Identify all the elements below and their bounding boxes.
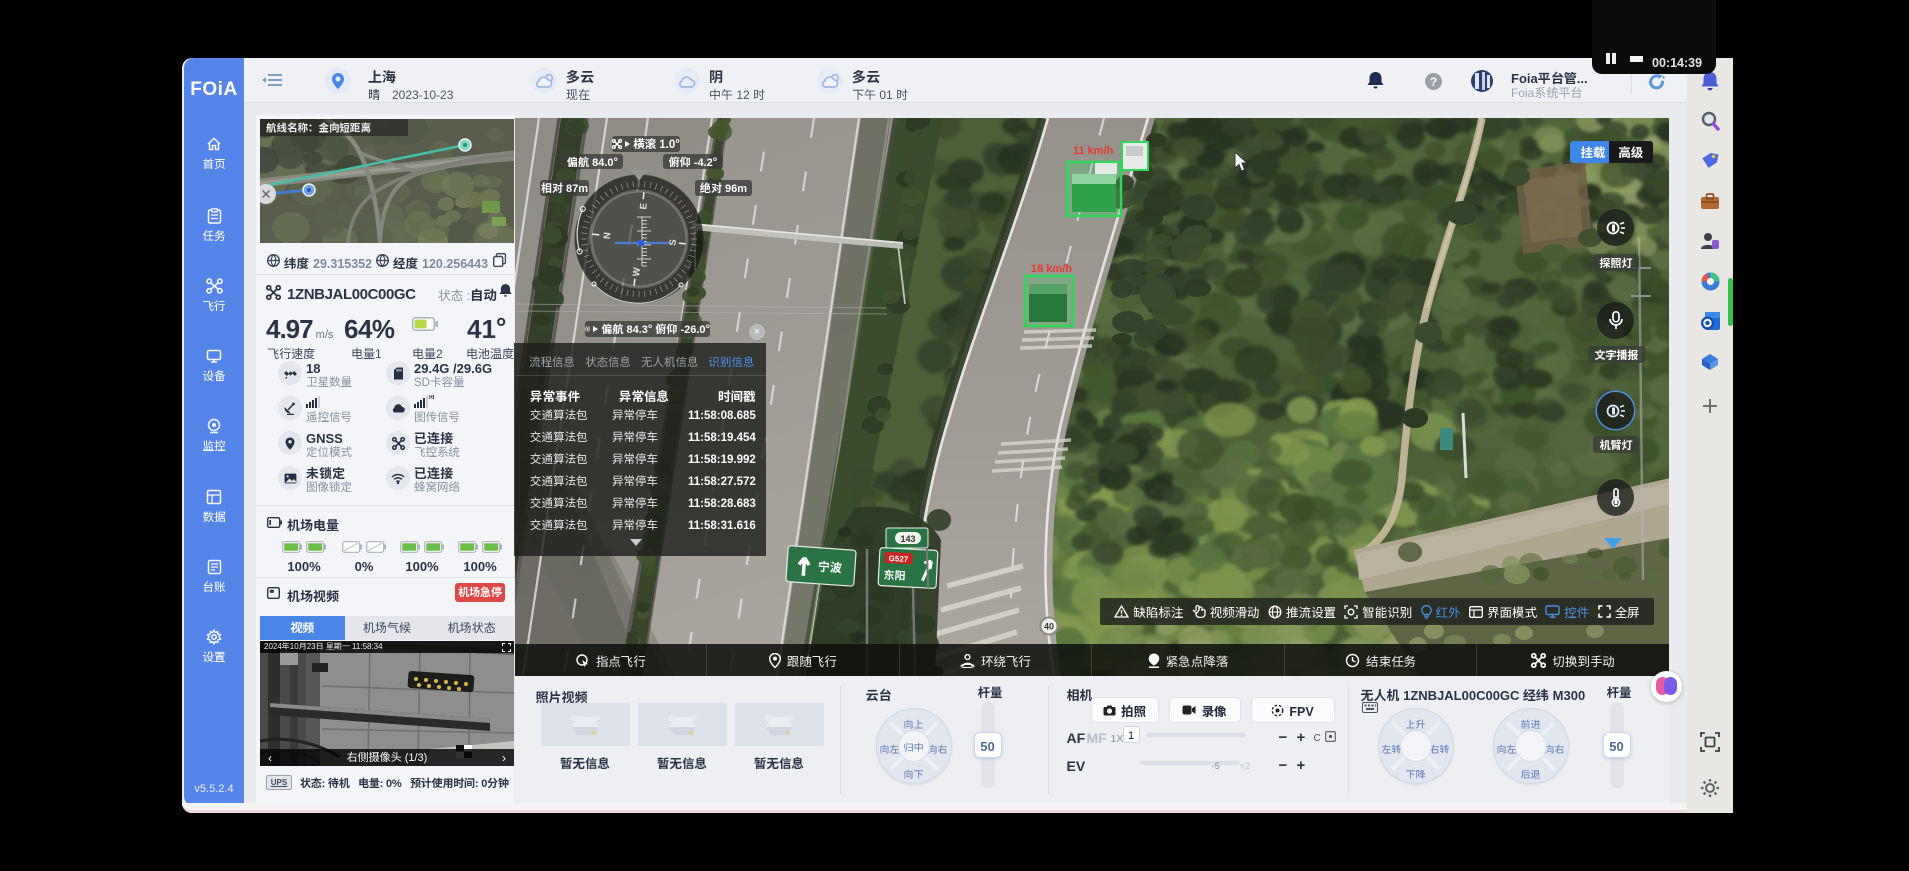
svg-text:宁波: 宁波	[817, 558, 842, 577]
svg-text:40: 40	[1043, 620, 1053, 633]
svg-text:143: 143	[900, 532, 915, 545]
svg-text:11 km/h: 11 km/h	[1073, 142, 1114, 158]
svg-text:W: W	[628, 267, 643, 277]
svg-text:航线名称：金向短距离: 航线名称：金向短距离	[266, 121, 371, 136]
svg-text:G527: G527	[888, 553, 909, 565]
svg-text:18 km/h: 18 km/h	[1031, 260, 1072, 276]
svg-text:东阳: 东阳	[883, 567, 906, 584]
svg-text:HD: HD	[429, 394, 434, 401]
